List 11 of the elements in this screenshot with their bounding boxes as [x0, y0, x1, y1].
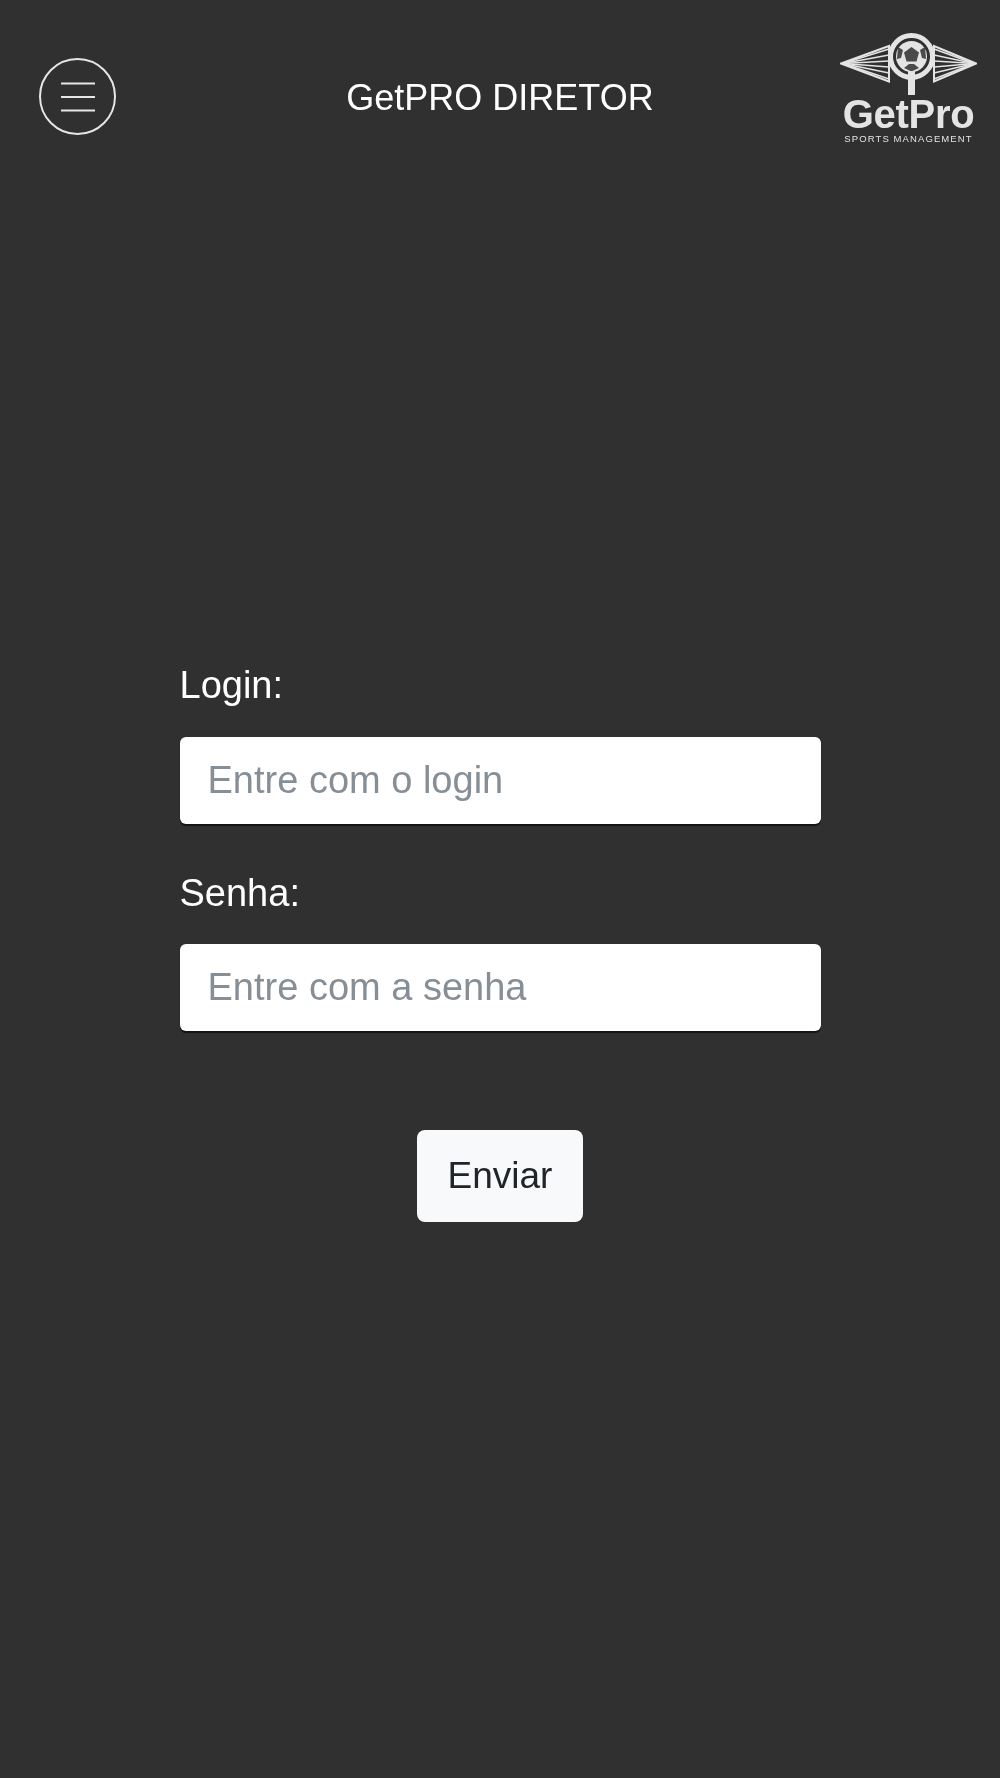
field-label: Senha:	[179, 870, 300, 916]
logo-tagline: SPORTS MANAGEMENT	[844, 134, 973, 144]
page-title: GetPRO DIRETOR	[346, 77, 654, 119]
input-field[interactable]: Entre com a senha	[179, 944, 821, 1032]
soccer-ball-emblem-icon	[840, 33, 977, 95]
input-field[interactable]: Entre com o login	[179, 736, 821, 824]
logo-wordmark: GetPro	[842, 94, 975, 134]
menu-icon	[59, 81, 96, 112]
submit-button[interactable]: Enviar	[416, 1130, 584, 1222]
menu-button[interactable]	[39, 58, 116, 135]
field-label: Login:	[179, 663, 284, 708]
